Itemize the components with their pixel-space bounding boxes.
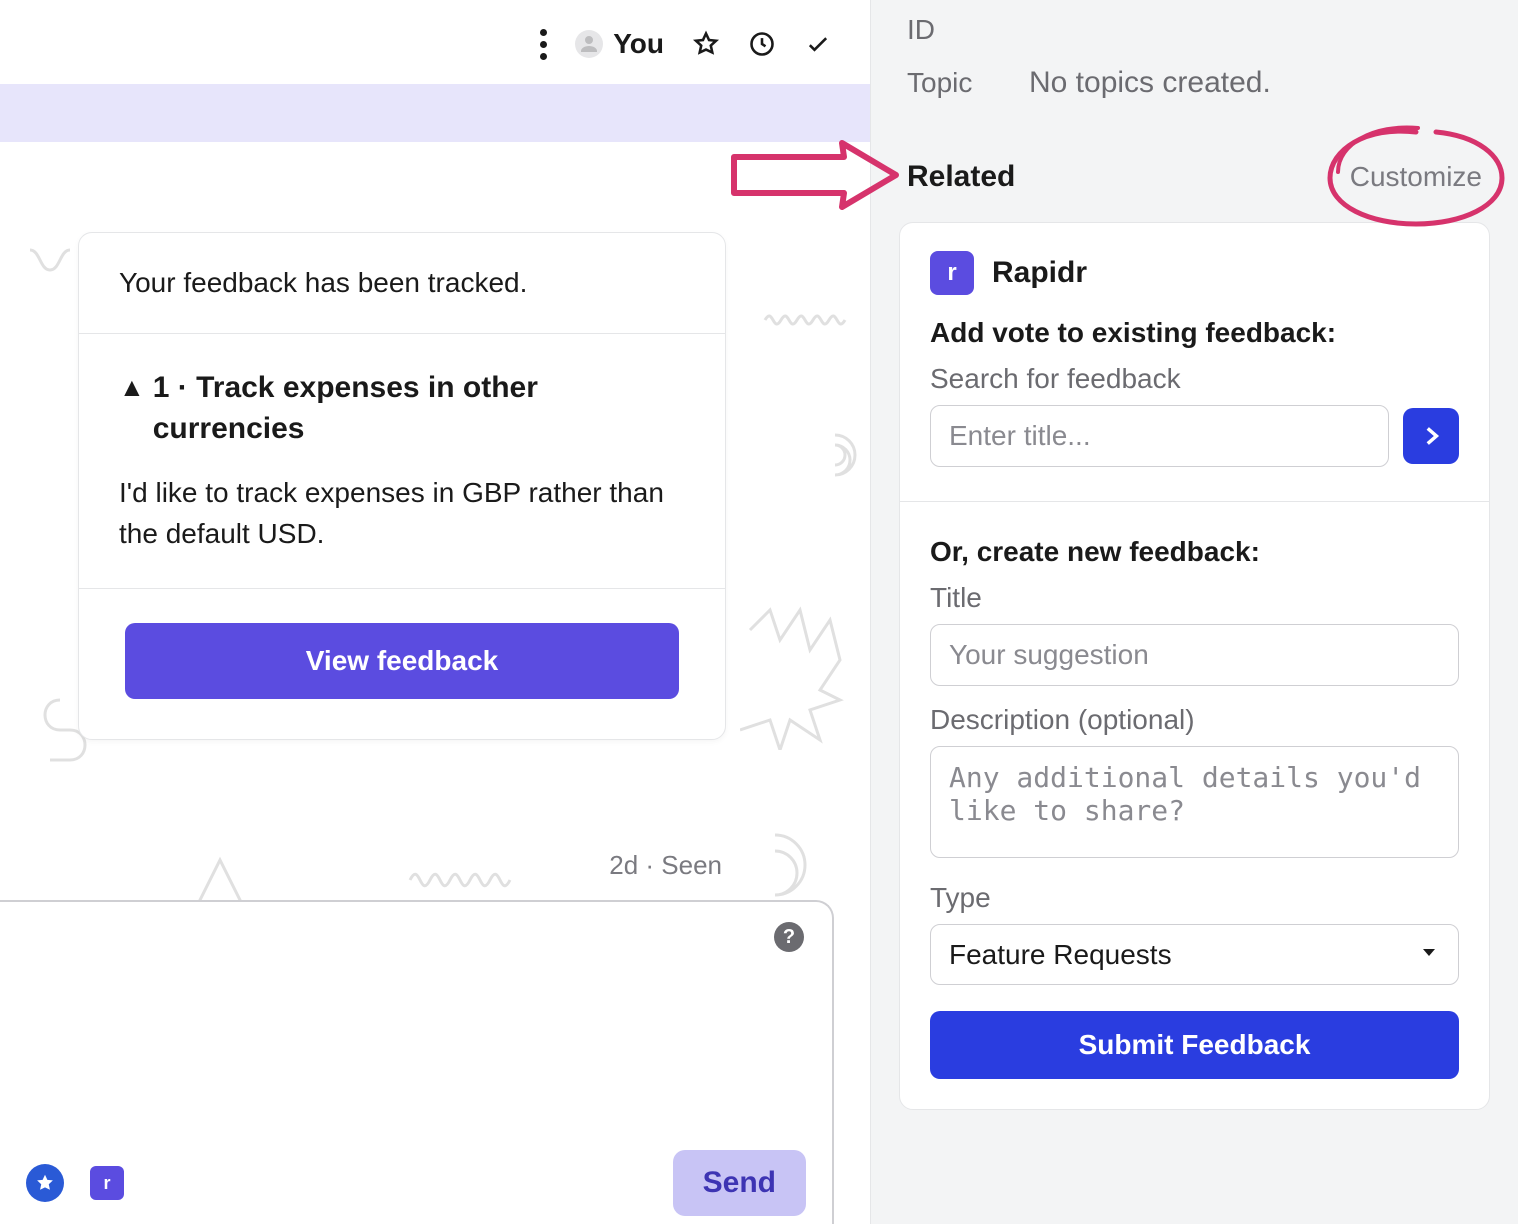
feedback-title-text: Track expenses in other currencies [153, 371, 538, 445]
info-topic-label: Topic [907, 67, 993, 99]
create-heading: Or, create new feedback: [930, 536, 1459, 568]
compose-box[interactable]: ? r Send [0, 900, 834, 1224]
assignee-label: You [613, 28, 664, 60]
search-input[interactable] [930, 405, 1389, 467]
conversation-info: ID Topic No topics created. [871, 0, 1518, 150]
avatar-icon [575, 30, 603, 58]
star-icon[interactable] [692, 30, 720, 58]
rapidr-logo-icon: r [930, 251, 974, 295]
feedback-title: ▲ 1 · Track expenses in other currencies [119, 368, 685, 449]
kebab-menu-icon[interactable] [540, 29, 547, 60]
title-input[interactable] [930, 624, 1459, 686]
macros-icon[interactable] [26, 1164, 64, 1202]
conversation-toolbar: You [0, 0, 870, 84]
search-label: Search for feedback [930, 363, 1459, 395]
upvote-icon: ▲ [119, 370, 145, 405]
description-label: Description (optional) [930, 704, 1459, 736]
feedback-card: Your feedback has been tracked. ▲ 1 · Tr… [78, 232, 726, 740]
related-heading: Related [907, 160, 1015, 194]
view-feedback-button[interactable]: View feedback [125, 623, 679, 699]
submit-feedback-button[interactable]: Submit Feedback [930, 1011, 1459, 1079]
feedback-body: I'd like to track expenses in GBP rather… [119, 473, 685, 554]
rapidr-name: Rapidr [992, 256, 1087, 290]
rapidr-app-icon[interactable]: r [90, 1166, 124, 1200]
feedback-vote-count: 1 [153, 371, 170, 404]
title-label: Title [930, 582, 1459, 614]
feedback-tracked-msg: Your feedback has been tracked. [119, 267, 685, 299]
send-button[interactable]: Send [673, 1150, 806, 1216]
search-heading: Add vote to existing feedback: [930, 317, 1459, 349]
customize-link[interactable]: Customize [1350, 161, 1482, 193]
rapidr-card: r Rapidr Add vote to existing feedback: … [899, 222, 1490, 1110]
info-id-label: ID [907, 14, 993, 46]
note-composer-strip[interactable] [0, 84, 870, 142]
assignee-chip[interactable]: You [575, 28, 664, 60]
info-topic-value: No topics created. [1029, 66, 1271, 100]
type-select[interactable]: Feature Requests [930, 924, 1459, 985]
close-conversation-icon[interactable] [804, 30, 832, 58]
description-input[interactable] [930, 746, 1459, 858]
type-label: Type [930, 882, 1459, 914]
help-icon[interactable]: ? [774, 922, 804, 952]
message-meta: 2d · Seen [78, 850, 726, 881]
search-go-button[interactable] [1403, 408, 1459, 464]
snooze-icon[interactable] [748, 30, 776, 58]
